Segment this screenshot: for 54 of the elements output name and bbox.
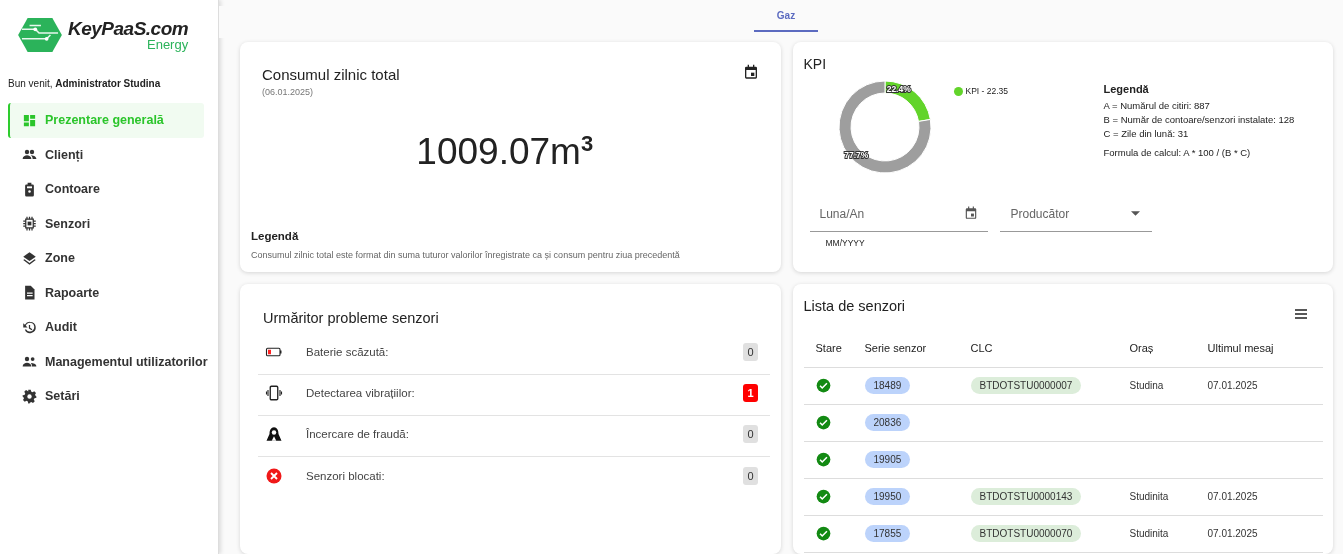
table-cell: 07.01.2025 (1207, 380, 1258, 391)
logo-tagline: Energy (147, 38, 189, 51)
legend-text: A = Numărul de citiri: 887 (1103, 100, 1211, 111)
serial-chip: 20836 (864, 414, 911, 431)
sidebar-item[interactable]: Clienți (8, 137, 204, 172)
tab[interactable]: Gaz (754, 6, 818, 32)
welcome-text: Bun venit, Administrator Studina (8, 78, 162, 89)
table-cell: Studina (1129, 380, 1164, 391)
problem-label: Senzori blocati: (306, 469, 386, 482)
legend-text: B = Număr de contoare/senzori instalate: 128 (1103, 114, 1295, 125)
table-cell: 07.01.2025 (1207, 491, 1258, 502)
count-badge: 0 (743, 343, 758, 361)
producer-dropdown[interactable]: Producător (999, 196, 1152, 232)
legend-title: Legendă (1103, 83, 1150, 95)
sidebar-item[interactable]: Contoare (8, 172, 204, 207)
consumption-value: 1009.07m$^{3}$ (416, 131, 594, 174)
helper-text: MM/YYYY (825, 238, 865, 248)
sidebar-item[interactable]: Rapoarte (8, 275, 204, 310)
legend-label: KPI - 22.35 (965, 86, 1009, 96)
column-header: Ultimul mesaj (1206, 330, 1323, 367)
problem-label: Încercare de fraudă: (306, 428, 410, 440)
column-header: CLC (969, 330, 1129, 367)
count-badge: 0 (743, 466, 758, 485)
clc-chip: BTDOTSTU0000070 (970, 525, 1082, 542)
clc-chip: BTDOTSTU0000143 (970, 488, 1082, 505)
clc-chip: BTDOTSTU0000007 (970, 377, 1082, 394)
count-badge: 1 (743, 384, 758, 402)
sidebar-item[interactable]: Senzori (8, 206, 204, 241)
serial-chip: 19905 (864, 451, 911, 468)
legend-text: C = Zile din lună: 31 (1103, 128, 1190, 139)
table-cell: 07.01.2025 (1207, 528, 1258, 539)
legend-title: Legendă (251, 230, 300, 242)
card-title: Urmăritor probleme senzori (263, 310, 440, 326)
sidebar-item[interactable]: Setări (8, 379, 204, 414)
date-text: (06.01.2025) (262, 87, 314, 97)
formula-text: Formula de calcul: A * 100 / (B * C) (1103, 147, 1252, 158)
table-cell: Studinita (1129, 491, 1169, 502)
legend-text: Consumul zilnic total este format din suma tuturor valorilor înregistrate ca și consum pentru ziua precedentă (251, 250, 681, 260)
serial-chip: 19950 (864, 488, 911, 505)
count-badge: 0 (743, 425, 758, 443)
card-title: KPI (803, 56, 828, 72)
problem-label: Detectarea vibrațiilor: (306, 387, 416, 399)
problem-label: Baterie scăzută: (306, 346, 390, 358)
table-cell: Studinita (1129, 528, 1169, 539)
serial-chip: 18489 (864, 377, 911, 394)
column-header: Stare (803, 330, 864, 367)
sidebar-item[interactable]: Audit (8, 310, 204, 345)
card-title: Lista de senzori (803, 298, 906, 316)
data-label: 22.4% (886, 84, 911, 95)
sidebar-item[interactable]: Zone (8, 241, 204, 276)
card-title: Consumul zilnic total (262, 66, 400, 83)
column-header: Serie senzor (863, 330, 970, 367)
serial-chip: 17855 (864, 525, 911, 542)
column-header: Oraș (1128, 330, 1207, 367)
